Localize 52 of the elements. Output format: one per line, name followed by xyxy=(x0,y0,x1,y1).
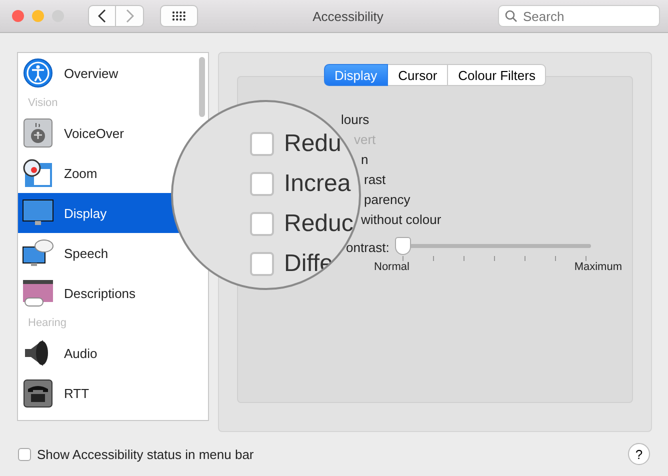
help-button[interactable]: ? xyxy=(628,443,650,466)
magnified-label: Reduc xyxy=(284,210,354,238)
option-label: lours xyxy=(341,111,370,130)
back-button[interactable] xyxy=(88,5,116,28)
item-label: Overview xyxy=(64,66,118,81)
option-label: without colour xyxy=(361,211,442,230)
sidebar-item[interactable]: RTT xyxy=(18,373,208,414)
section-header: Vision xyxy=(27,96,59,112)
accessibility-icon xyxy=(22,57,54,90)
magnified-label: Redu xyxy=(284,130,342,158)
grid-icon xyxy=(172,11,186,22)
item-label: Speech xyxy=(64,246,108,261)
magnifier-window-icon xyxy=(22,157,54,190)
sidebar-item[interactable]: Descriptions xyxy=(18,273,208,314)
slider-thumb[interactable] xyxy=(395,237,412,256)
min-label: Normal xyxy=(374,261,410,274)
search-field[interactable]: Search xyxy=(498,5,660,28)
tab[interactable]: Cursor xyxy=(388,64,448,86)
sidebar-item[interactable]: Audio xyxy=(18,333,208,374)
section-header: Hearing xyxy=(27,316,68,332)
close-button[interactable] xyxy=(12,10,24,22)
chevron-left-icon xyxy=(98,9,106,24)
telephone-icon xyxy=(22,377,54,410)
checkbox[interactable] xyxy=(250,132,274,156)
checkbox[interactable] xyxy=(250,212,274,236)
checkbox[interactable] xyxy=(250,172,274,196)
max-label: Maximum xyxy=(574,261,622,274)
magnified-label: Increa xyxy=(284,170,351,198)
window-title: Accessibility xyxy=(312,8,384,24)
contrast-label: ontrast: xyxy=(346,240,390,256)
checkbox[interactable] xyxy=(18,448,31,461)
chevron-right-icon xyxy=(126,9,134,24)
item-label: RTT xyxy=(64,386,90,401)
checkbox[interactable] xyxy=(250,252,274,276)
checkbox-label: Show Accessibility status in menu bar xyxy=(37,446,254,462)
show-all-button[interactable] xyxy=(160,5,198,28)
item-label: Descriptions xyxy=(64,286,136,301)
sidebar-item[interactable]: Overview xyxy=(18,53,208,94)
item-label: Audio xyxy=(64,346,98,361)
scrollbar[interactable] xyxy=(199,57,205,118)
option-label: n xyxy=(361,151,370,170)
item-label: VoiceOver xyxy=(64,126,124,141)
contrast-slider[interactable] xyxy=(395,237,592,262)
option-label: parency xyxy=(364,191,412,210)
item-label: Display xyxy=(64,206,107,221)
tab[interactable]: Colour Filters xyxy=(448,64,546,86)
descriptions-icon xyxy=(22,277,54,310)
item-label: Zoom xyxy=(64,166,98,181)
minimize-button[interactable] xyxy=(32,10,44,22)
voiceover-icon xyxy=(22,117,54,150)
search-icon xyxy=(505,10,517,22)
option-label: rast xyxy=(364,171,387,190)
